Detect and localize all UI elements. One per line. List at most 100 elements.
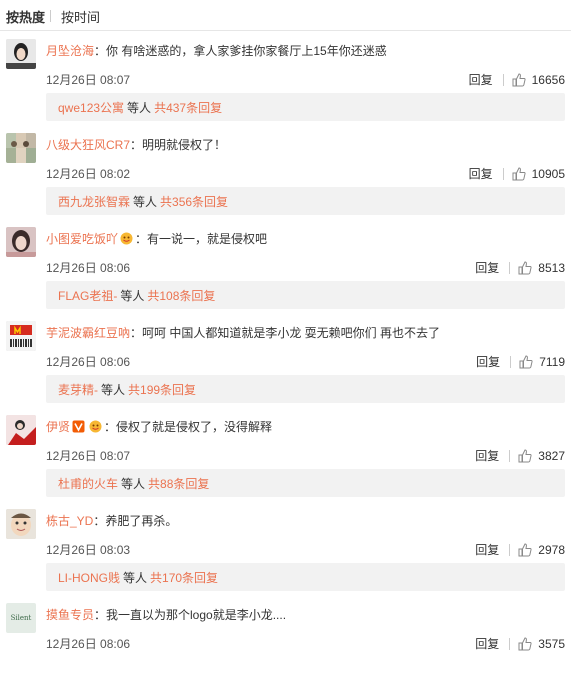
reply-username[interactable]: qwe123公寓 <box>58 99 124 116</box>
username-link[interactable]: 月坠沧海 <box>46 44 94 58</box>
reply-button[interactable]: 回复 <box>475 635 499 652</box>
comment-actions: 回复 2978 <box>475 541 565 558</box>
reply-total-link[interactable]: 共170条回复 <box>150 569 218 586</box>
reply-summary[interactable]: LI-HONG贱 等人 共170条回复 <box>46 563 565 591</box>
comment-content: 伊贤 ：侵权了就是侵权了，没得解释 <box>46 419 565 435</box>
reply-connector: 等人 <box>120 288 145 303</box>
comment-content: 栋古_YD：养肥了再杀。 <box>46 513 565 529</box>
reply-button[interactable]: 回复 <box>469 165 493 182</box>
avatar[interactable] <box>6 227 36 257</box>
comment-item: 栋古_YD：养肥了再杀。 12月26日 08:03 回复 2978 LI-HON… <box>0 501 571 595</box>
comment-text: ：养肥了再杀。 <box>93 514 178 528</box>
tab-sort-by-time[interactable]: 按时间 <box>61 5 100 26</box>
emoji-badge-icon <box>120 232 133 245</box>
username-link[interactable]: 八级大狂风CR7 <box>46 138 130 152</box>
comment-text: ：有一说一，就是侵权吧 <box>135 232 268 246</box>
thumbs-up-icon[interactable] <box>518 448 532 463</box>
like-count: 2978 <box>538 542 565 557</box>
thumbs-up-icon[interactable] <box>518 260 532 275</box>
username-link[interactable]: 栋古_YD <box>46 514 93 528</box>
action-divider <box>510 355 512 368</box>
avatar[interactable] <box>6 133 36 163</box>
comment-actions: 回复 16656 <box>469 71 565 88</box>
reply-username[interactable]: 麦芽精- <box>58 381 98 398</box>
comment-item: 芋泥波霸红豆吶：呵呵 中国人都知道就是李小龙 耍无赖吧你们 再也不去了 12月2… <box>0 313 571 407</box>
like-count: 3575 <box>538 636 565 651</box>
like-count: 3827 <box>538 448 565 463</box>
thumbs-up-icon[interactable] <box>518 636 532 651</box>
reply-connector: 等人 <box>133 194 158 209</box>
action-divider <box>509 449 511 462</box>
like-count: 16656 <box>531 72 565 87</box>
reply-total-link[interactable]: 共356条回复 <box>160 193 228 210</box>
comment-time: 12月26日 08:07 <box>46 73 131 87</box>
comment-time: 12月26日 08:06 <box>46 355 131 369</box>
reply-summary[interactable]: FLAG老祖- 等人 共108条回复 <box>46 281 565 309</box>
reply-summary[interactable]: 西九龙张智霖 等人 共356条回复 <box>46 187 565 215</box>
comment-item: 月坠沧海：你 有啥迷惑的，拿人家爹挂你家餐厅上15年你还迷惑 12月26日 08… <box>0 31 571 125</box>
comment-item: 伊贤 ：侵权了就是侵权了，没得解释 12月26日 08:07 回复 3827 杜甫… <box>0 407 571 501</box>
comment-content: 月坠沧海：你 有啥迷惑的，拿人家爹挂你家餐厅上15年你还迷惑 <box>46 43 565 59</box>
vip-v-icon <box>72 420 85 433</box>
comment-time: 12月26日 08:07 <box>46 449 131 463</box>
thumbs-up-icon[interactable] <box>518 542 532 557</box>
reply-button[interactable]: 回复 <box>469 71 493 88</box>
like-count: 10905 <box>531 166 565 181</box>
reply-button[interactable]: 回复 <box>475 259 499 276</box>
username-link[interactable]: 摸鱼专员 <box>46 608 94 622</box>
username-link[interactable]: 芋泥波霸红豆吶 <box>46 326 130 340</box>
reply-total-link[interactable]: 共88条回复 <box>148 475 209 492</box>
username-link[interactable]: 伊贤 <box>46 420 70 434</box>
action-divider <box>509 543 511 556</box>
like-count: 8513 <box>538 260 565 275</box>
reply-connector: 等人 <box>123 570 148 585</box>
comment-time: 12月26日 08:02 <box>46 167 131 181</box>
comment-actions: 回复 10905 <box>469 165 565 182</box>
action-divider <box>502 167 504 180</box>
comment-text: ：你 有啥迷惑的，拿人家爹挂你家餐厅上15年你还迷惑 <box>94 44 387 58</box>
comment-content: 摸鱼专员：我一直以为那个logo就是李小龙.... <box>46 607 565 623</box>
avatar[interactable] <box>6 509 36 539</box>
thumbs-up-icon[interactable] <box>512 166 526 181</box>
reply-summary[interactable]: qwe123公寓 等人 共437条回复 <box>46 93 565 121</box>
avatar[interactable] <box>6 39 36 69</box>
comment-text: ：明明就侵权了！ <box>130 138 227 152</box>
comment-item: 八级大狂风CR7：明明就侵权了！ 12月26日 08:02 回复 10905 西… <box>0 125 571 219</box>
comment-text: ：侵权了就是侵权了，没得解释 <box>104 420 273 434</box>
avatar[interactable]: Silent <box>6 603 36 633</box>
comment-time: 12月26日 08:06 <box>46 261 131 275</box>
reply-total-link[interactable]: 共199条回复 <box>128 381 196 398</box>
avatar[interactable] <box>6 321 36 351</box>
reply-username[interactable]: LI-HONG贱 <box>58 569 120 586</box>
reply-summary[interactable]: 麦芽精- 等人 共199条回复 <box>46 375 565 403</box>
comment-text: ：呵呵 中国人都知道就是李小龙 耍无赖吧你们 再也不去了 <box>130 326 441 340</box>
thumbs-up-icon[interactable] <box>519 354 533 369</box>
comment-content: 八级大狂风CR7：明明就侵权了！ <box>46 137 565 153</box>
reply-username[interactable]: 杜甫的火车 <box>58 475 118 492</box>
reply-connector: 等人 <box>121 476 146 491</box>
reply-summary[interactable]: 杜甫的火车 等人 共88条回复 <box>46 469 565 497</box>
reply-button[interactable]: 回复 <box>475 541 499 558</box>
comment-time: 12月26日 08:03 <box>46 543 131 557</box>
reply-button[interactable]: 回复 <box>475 447 499 464</box>
comment-item: Silent 摸鱼专员：我一直以为那个logo就是李小龙.... 12月26日 … <box>0 595 571 689</box>
reply-total-link[interactable]: 共437条回复 <box>154 99 222 116</box>
action-divider <box>509 637 511 650</box>
comment-time: 12月26日 08:06 <box>46 637 131 651</box>
comment-content: 小图爱吃饭吖 ：有一说一，就是侵权吧 <box>46 231 565 247</box>
action-divider <box>509 261 511 274</box>
emoji-badge-icon <box>89 420 102 433</box>
tab-sort-by-hot[interactable]: 按热度 <box>6 5 45 26</box>
comment-actions: 回复 8513 <box>475 259 565 276</box>
reply-username[interactable]: FLAG老祖- <box>58 287 117 304</box>
thumbs-up-icon[interactable] <box>512 72 526 87</box>
username-link[interactable]: 小图爱吃饭吖 <box>46 232 118 246</box>
reply-total-link[interactable]: 共108条回复 <box>147 287 215 304</box>
avatar-text: Silent <box>10 614 32 622</box>
reply-connector: 等人 <box>127 100 152 115</box>
reply-button[interactable]: 回复 <box>476 353 500 370</box>
avatar[interactable] <box>6 415 36 445</box>
comment-actions: 回复 3827 <box>475 447 565 464</box>
action-divider <box>502 73 504 86</box>
reply-username[interactable]: 西九龙张智霖 <box>58 193 130 210</box>
